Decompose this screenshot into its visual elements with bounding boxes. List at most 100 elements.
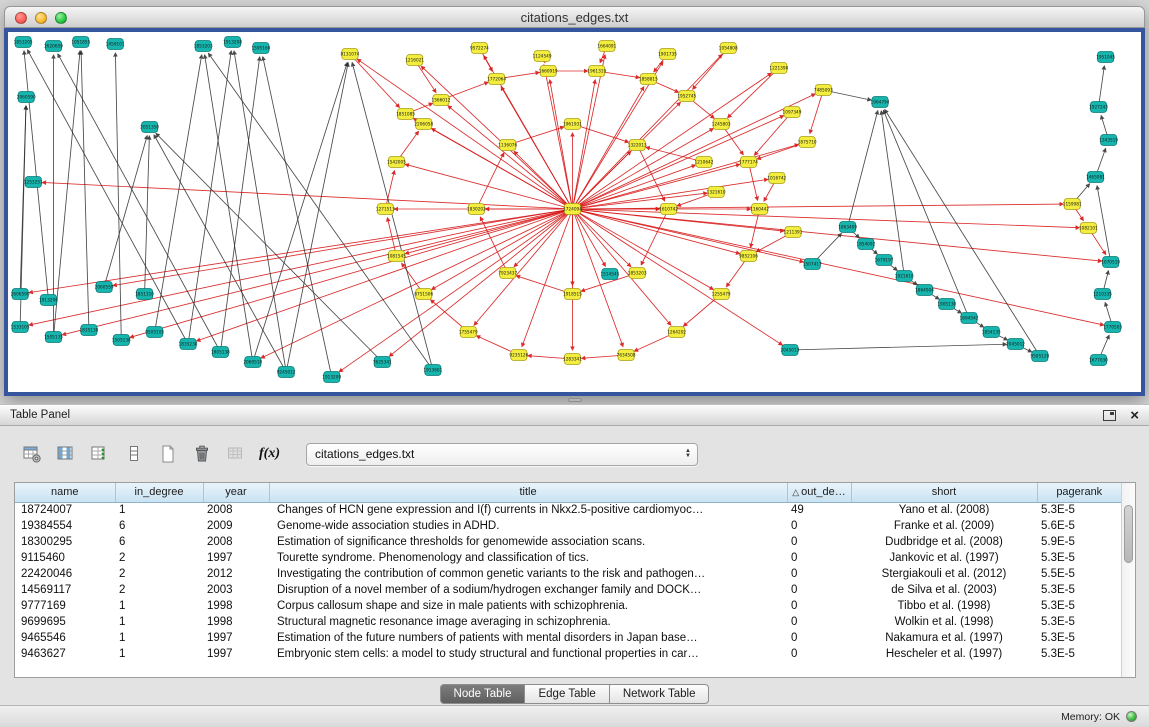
new-column-button[interactable]: [154, 441, 181, 468]
graph-node[interactable]: 1505138: [112, 335, 131, 346]
graph-node[interactable]: 1253251: [24, 177, 43, 188]
graph-edge[interactable]: [208, 53, 432, 370]
graph-node[interactable]: 2060510: [243, 357, 262, 368]
graph-node[interactable]: 1921618: [895, 271, 914, 282]
graph-node[interactable]: 1694542: [960, 313, 979, 324]
graph-node[interactable]: 1927243: [1089, 102, 1108, 113]
graph-edge[interactable]: [154, 135, 286, 372]
graph-node[interactable]: 9235126: [509, 350, 528, 361]
graph-node[interactable]: 1677030: [1089, 355, 1108, 366]
graph-node[interactable]: 1777174: [739, 157, 758, 168]
graph-node[interactable]: 1835130: [79, 325, 98, 336]
graph-node[interactable]: 2045013: [781, 345, 800, 356]
graph-node[interactable]: 1159981: [1063, 199, 1082, 210]
graph-node[interactable]: 1664091: [597, 41, 616, 52]
graph-node[interactable]: 1772064: [487, 74, 506, 85]
graph-edge[interactable]: [155, 55, 202, 332]
table-selector-dropdown[interactable]: citations_edges.txt ▲▼: [306, 443, 698, 466]
column-header-short[interactable]: short: [851, 483, 1037, 502]
table-row[interactable]: 946554611997Estimation of the future num…: [15, 630, 1121, 646]
graph-node[interactable]: 1322013: [628, 140, 647, 151]
graph-node[interactable]: 1858815: [639, 74, 658, 85]
graph-node[interactable]: 1961319: [587, 66, 606, 77]
graph-node[interactable]: 1863409: [838, 222, 857, 233]
graph-edge[interactable]: [104, 136, 147, 287]
close-panel-icon[interactable]: ×: [1130, 408, 1139, 423]
float-panel-icon[interactable]: [1103, 410, 1116, 421]
graph-edge[interactable]: [448, 106, 573, 209]
table-row[interactable]: 969969511998Structural magnetic resonanc…: [15, 614, 1121, 630]
graph-node[interactable]: 1724094: [563, 204, 582, 215]
graph-edge[interactable]: [810, 90, 824, 133]
graph-edge[interactable]: [352, 63, 433, 370]
graph-edge[interactable]: [253, 63, 347, 362]
graph-node[interactable]: 1770503: [1103, 322, 1122, 333]
graph-node[interactable]: 1851085: [396, 109, 415, 120]
graph-node[interactable]: 1830202: [467, 204, 486, 215]
graph-node[interactable]: 1465081: [1086, 172, 1105, 183]
graph-node[interactable]: 1210335: [1093, 289, 1112, 300]
graph-node[interactable]: 1595160: [251, 43, 270, 54]
graph-edge[interactable]: [637, 145, 664, 201]
graph-edge[interactable]: [572, 165, 695, 209]
graph-node[interactable]: 1875710: [798, 137, 817, 148]
column-header-title[interactable]: title: [269, 483, 787, 502]
graph-node[interactable]: 1016742: [767, 173, 786, 184]
graph-node[interactable]: 8751506: [414, 289, 433, 300]
graph-node[interactable]: 1051855: [71, 37, 90, 48]
graph-node[interactable]: 1566012: [432, 95, 451, 106]
graph-node[interactable]: 2045012: [1006, 339, 1025, 350]
graph-edge[interactable]: [42, 182, 572, 209]
graph-edge[interactable]: [405, 209, 572, 254]
table-row[interactable]: 911546021997Tourette syndrome. Phenomeno…: [15, 550, 1121, 566]
column-header-in_degree[interactable]: in_degree: [115, 483, 203, 502]
graph-node[interactable]: 1459101: [106, 39, 125, 50]
graph-edge[interactable]: [20, 106, 26, 294]
graph-node[interactable]: 1905138: [211, 347, 230, 358]
delete-table-button[interactable]: [222, 441, 249, 468]
graph-node[interactable]: 1283341: [563, 354, 582, 365]
graph-node[interactable]: 1321610: [707, 187, 726, 198]
graph-edge[interactable]: [339, 209, 572, 372]
graph-edge[interactable]: [572, 209, 739, 254]
graph-edge[interactable]: [54, 51, 80, 337]
graph-edge[interactable]: [572, 209, 670, 325]
graph-node[interactable]: 1097349: [783, 107, 802, 118]
graph-edge[interactable]: [62, 209, 572, 335]
table-mode-button[interactable]: [18, 441, 45, 468]
graph-edge[interactable]: [115, 53, 121, 340]
graph-node[interactable]: 1255479: [712, 289, 731, 300]
graph-edge[interactable]: [790, 344, 1006, 350]
graph-edge[interactable]: [205, 55, 253, 362]
graph-node[interactable]: 1854135: [982, 327, 1001, 338]
tab-node-table[interactable]: Node Table: [440, 684, 526, 704]
graph-edge[interactable]: [286, 63, 348, 372]
graph-edge[interactable]: [29, 209, 572, 325]
graph-edge[interactable]: [81, 51, 89, 330]
graph-node[interactable]: 1507417: [803, 259, 822, 270]
graph-node[interactable]: 1835230: [179, 339, 198, 350]
graph-node[interactable]: 1610742: [659, 204, 678, 215]
graph-node[interactable]: 1901735: [658, 49, 677, 60]
graph-node[interactable]: 1264202: [667, 327, 686, 338]
table-row[interactable]: 1830029562008Estimation of significance …: [15, 534, 1121, 550]
function-builder-button[interactable]: f(x): [256, 441, 283, 468]
column-header-year[interactable]: year: [203, 483, 269, 502]
graph-node[interactable]: 1070519: [1101, 257, 1120, 268]
graph-node[interactable]: 7625341: [373, 357, 392, 368]
graph-node[interactable]: 1913601: [423, 365, 442, 376]
graph-node[interactable]: 1054808: [719, 43, 738, 54]
graph-edge[interactable]: [572, 209, 803, 262]
graph-node[interactable]: 2606590: [11, 289, 30, 300]
graph-node[interactable]: 1343519: [1099, 135, 1118, 146]
graph-node[interactable]: 9505120: [1030, 351, 1049, 362]
graph-node[interactable]: 9505105: [145, 327, 164, 338]
graph-node[interactable]: 1216021: [405, 55, 424, 66]
graph-edge[interactable]: [693, 48, 729, 89]
splitter-grip-icon[interactable]: [568, 398, 582, 402]
graph-edge[interactable]: [848, 111, 878, 227]
graph-node[interactable]: 2060590: [17, 92, 36, 103]
compact-view-button[interactable]: [120, 441, 147, 468]
graph-edge[interactable]: [728, 68, 779, 118]
show-columns-button[interactable]: [52, 441, 79, 468]
